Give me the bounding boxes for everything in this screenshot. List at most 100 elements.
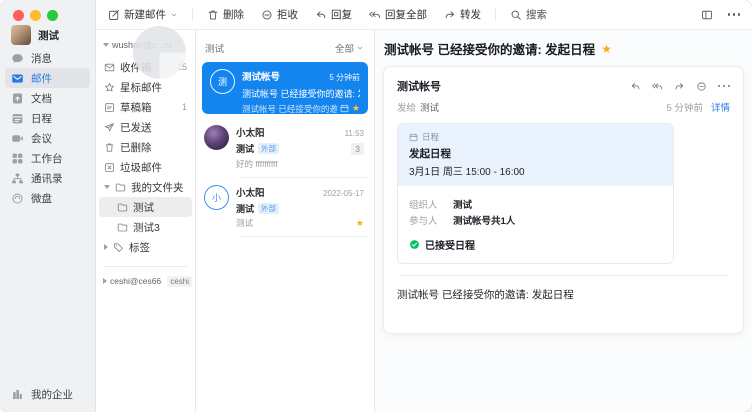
folder-my-folders[interactable]: 我的文件夹 — [96, 177, 195, 197]
more-actions-icon[interactable] — [728, 13, 741, 16]
sidebar-item-drive[interactable]: 微盘 — [5, 188, 90, 208]
mail-list-item[interactable]: 小太阳 11:53 测试 外部 3 好的 ffffffffff — [196, 118, 374, 176]
folder-label: 草稿箱 — [120, 100, 152, 115]
account-tag-badge: ceshi — [167, 276, 192, 287]
folder-label: 已删除 — [120, 140, 152, 155]
draft-icon — [104, 102, 115, 113]
reading-pane-layout-icon[interactable] — [701, 9, 713, 21]
more-actions-icon[interactable] — [718, 85, 731, 88]
secondary-account[interactable]: ceshi@ces66... ceshi — [96, 274, 195, 288]
reply-button[interactable]: 回复 — [315, 7, 352, 22]
folder-deleted[interactable]: 已删除 — [96, 137, 195, 157]
reject-button[interactable]: 拒收 — [261, 7, 298, 22]
caret-down-icon — [104, 185, 110, 189]
chat-reply-icon[interactable] — [696, 81, 707, 92]
forward-icon[interactable] — [674, 81, 685, 92]
sidebar-item-contacts[interactable]: 通讯录 — [5, 168, 90, 188]
folder-label: 已发送 — [120, 120, 152, 135]
sidebar-item-docs[interactable]: 文档 — [5, 88, 90, 108]
mail-sender: 测试帐号 — [242, 69, 280, 83]
folder-tags[interactable]: 标签 — [96, 237, 195, 257]
sidebar-item-label: 工作台 — [31, 151, 63, 166]
sidebar-item-schedule[interactable]: 日程 — [5, 108, 90, 128]
detail-link[interactable]: 详情 — [711, 100, 730, 114]
organizer-value: 测试 — [453, 197, 472, 211]
folder-inbox[interactable]: 收件箱 25 — [96, 57, 195, 77]
mail-sender: 小太阳 — [236, 125, 265, 139]
mail-filter-dropdown[interactable]: 全部 — [335, 41, 364, 55]
mail-list-item[interactable]: 小 小太阳 2022-05-17 测试 外部 测试 ★ — [196, 178, 374, 236]
star-icon[interactable]: ★ — [601, 43, 612, 55]
star-icon: ★ — [352, 104, 360, 113]
folder-list: 收件箱 25 星标邮件 草稿箱 1 已发送 — [96, 57, 195, 257]
mail-subject-line: 测试帐号 已经接受你的邀请: 发... — [242, 87, 360, 100]
event-status: 已接受日程 — [425, 237, 475, 252]
reply-icon[interactable] — [630, 81, 641, 92]
folder-label: 测试3 — [133, 220, 160, 235]
sidebar-item-my-company[interactable]: 我的企业 — [0, 387, 95, 402]
mail-icon — [11, 72, 24, 85]
mail-preview: 测试 — [236, 217, 353, 229]
sidebar-item-mail[interactable]: 邮件 — [5, 68, 90, 88]
folder-icon — [115, 182, 126, 193]
secondary-account-label: ceshi@ces66... — [110, 276, 162, 286]
reply-all-button[interactable]: 回复全部 — [369, 7, 427, 22]
reading-pane: 测试帐号 已经接受你的邀请: 发起日程 ★ 测试帐号 — [375, 30, 752, 412]
minimize-window-button[interactable] — [30, 10, 41, 21]
external-badge: 外部 — [258, 143, 279, 154]
sidebar-nav: 消息 邮件 文档 日程 — [0, 48, 95, 208]
message-body: 测试帐号 已经接受你的邀请: 发起日程 — [397, 287, 730, 302]
drive-icon — [11, 192, 24, 205]
junk-icon — [104, 162, 115, 173]
zoom-window-button[interactable] — [47, 10, 58, 21]
star-icon: ★ — [356, 219, 364, 228]
forward-button[interactable]: 转发 — [444, 7, 481, 22]
search-button[interactable]: 搜索 — [510, 7, 547, 22]
sidebar-item-label: 文档 — [31, 91, 52, 106]
sidebar-user[interactable]: 测试 — [0, 25, 95, 45]
folder-sent[interactable]: 已发送 — [96, 117, 195, 137]
message-actions — [630, 81, 731, 92]
sidebar-item-messages[interactable]: 消息 — [5, 48, 90, 68]
chevron-down-icon — [356, 44, 364, 52]
folder-ceshi3[interactable]: 测试3 — [96, 217, 195, 237]
avatar: 小 — [204, 185, 229, 210]
folder-ceshi[interactable]: 测试 — [99, 197, 192, 217]
mail-preview: 好的 ffffffffff — [236, 158, 364, 170]
primary-account[interactable]: wushan@c...m — [96, 38, 195, 52]
mail-list-pane: 测试 全部 测 测试帐号 5 分钟前 测试帐号 已经接受你的邀请: 发... 测… — [196, 30, 375, 412]
sidebar-item-label: 邮件 — [31, 71, 52, 86]
folder-starred[interactable]: 星标邮件 — [96, 77, 195, 97]
block-icon — [261, 9, 273, 21]
organizer-label: 组织人 — [409, 197, 443, 211]
workbench-grid-icon — [11, 152, 24, 165]
sidebar-item-label: 会议 — [31, 131, 52, 146]
folder-icon — [117, 202, 128, 213]
sent-plane-icon — [104, 122, 115, 133]
message-divider — [399, 275, 728, 276]
sidebar-item-meetings[interactable]: 会议 — [5, 128, 90, 148]
mail-list-header: 测试 全部 — [196, 40, 374, 56]
reply-all-icon[interactable] — [652, 81, 663, 92]
folder-junk[interactable]: 垃圾邮件 — [96, 157, 195, 177]
user-avatar — [11, 25, 31, 45]
calendar-invite-card[interactable]: 日程 发起日程 3月1日 周三 15:00 - 16:00 组织人 测试 参与人… — [397, 123, 674, 264]
forward-icon — [444, 9, 456, 21]
folder-label: 收件箱 — [120, 60, 152, 75]
trash-icon — [207, 9, 219, 21]
close-window-button[interactable] — [13, 10, 24, 21]
window-controls — [0, 0, 95, 21]
folder-drafts[interactable]: 草稿箱 1 — [96, 97, 195, 117]
folder-label: 我的文件夹 — [131, 180, 184, 195]
sidebar-item-workbench[interactable]: 工作台 — [5, 148, 90, 168]
mail-list-item-selected[interactable]: 测 测试帐号 5 分钟前 测试帐号 已经接受你的邀请: 发... 测试帐号 已经… — [202, 62, 368, 114]
folder-pane: wushan@c...m 收件箱 25 星标邮件 草稿箱 — [96, 30, 196, 412]
compose-button[interactable]: 新建邮件 — [108, 7, 178, 22]
to-recipient[interactable]: 测试 — [420, 100, 439, 114]
primary-account-label: wushan@c...m — [112, 40, 172, 50]
avatar: 测 — [210, 69, 235, 94]
mail-time: 5 分钟前 — [329, 72, 360, 83]
folder-label: 标签 — [129, 240, 150, 255]
delete-button[interactable]: 删除 — [207, 7, 244, 22]
participants-label: 参与人 — [409, 213, 443, 227]
